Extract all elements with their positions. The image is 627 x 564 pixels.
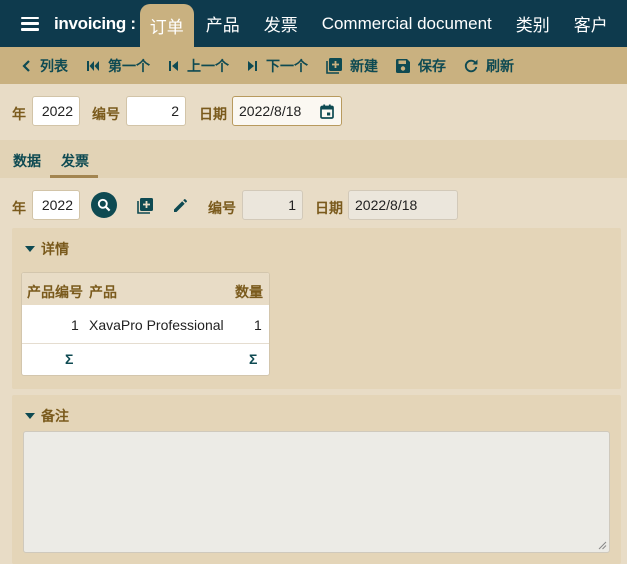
menu-icon[interactable] <box>21 16 39 31</box>
calendar-icon[interactable] <box>320 104 334 119</box>
previous-button[interactable]: 上一个 <box>168 56 229 76</box>
first-button[interactable]: 第一个 <box>86 56 150 76</box>
date-field[interactable]: 2022/8/18 <box>232 96 342 126</box>
number-field[interactable]: 2 <box>126 96 186 126</box>
invoice-date-field: 2022/8/18 <box>348 190 458 220</box>
date-field-value: 2022/8/18 <box>239 103 302 119</box>
details-section-title: 详情 <box>41 241 69 257</box>
cell-product-number[interactable]: 1 <box>71 317 79 333</box>
new-button[interactable]: 新建 <box>326 56 378 76</box>
cell-product[interactable]: XavaPro Professional <box>89 317 224 333</box>
refresh-button-label: 刷新 <box>486 57 514 74</box>
next-button-label: 下一个 <box>266 57 308 74</box>
details-table: 产品编号 产品 数量 1 XavaPro Professional 1 Σ Σ <box>21 272 270 376</box>
refresh-button[interactable]: 刷新 <box>464 56 514 76</box>
skip-first-icon <box>87 60 99 71</box>
list-button-label: 列表 <box>40 57 68 74</box>
collapse-icon <box>25 246 35 252</box>
refresh-icon <box>464 59 478 72</box>
invoice-number-label: 编号 <box>208 200 236 216</box>
skip-next-icon <box>248 60 257 71</box>
column-header-quantity[interactable]: 数量 <box>235 282 263 302</box>
collapse-icon <box>25 413 35 419</box>
column-header-product[interactable]: 产品 <box>89 282 117 302</box>
tab-invoice[interactable]: 发票 <box>61 151 89 171</box>
tab-bar <box>0 140 627 178</box>
notes-textarea[interactable] <box>23 431 610 553</box>
search-icon <box>97 198 111 212</box>
action-toolbar: 列表 第一个 上一个 下一个 新建 保存 刷新 <box>0 47 627 84</box>
nav-tab-products[interactable]: 产品 <box>194 0 252 47</box>
sum-product-number-icon[interactable]: Σ <box>65 351 73 367</box>
invoice-year-label: 年 <box>12 200 26 216</box>
invoice-number-field: 1 <box>242 190 303 220</box>
save-icon <box>396 58 410 73</box>
first-button-label: 第一个 <box>108 57 150 74</box>
top-navigation-bar: invoicing : 订单 产品 发票 Commercial document… <box>0 0 627 47</box>
cell-quantity[interactable]: 1 <box>254 317 262 333</box>
invoice-date-label: 日期 <box>315 200 343 216</box>
skip-previous-icon <box>169 60 178 71</box>
next-button[interactable]: 下一个 <box>247 56 308 76</box>
nav-tab-orders[interactable]: 订单 <box>139 4 194 47</box>
nav-tab-categories[interactable]: 类别 <box>504 0 562 47</box>
save-button[interactable]: 保存 <box>396 56 446 76</box>
notes-section-header[interactable]: 备注 <box>24 406 69 426</box>
previous-button-label: 上一个 <box>187 57 229 74</box>
year-field[interactable]: 2022 <box>32 96 80 126</box>
search-button[interactable] <box>91 192 117 218</box>
nav-tab-invoices[interactable]: 发票 <box>252 0 310 47</box>
edit-icon[interactable] <box>173 199 187 213</box>
sum-quantity-icon[interactable]: Σ <box>249 351 257 367</box>
notes-section-title: 备注 <box>41 408 69 424</box>
year-label: 年 <box>12 106 26 122</box>
add-box-icon <box>326 57 342 74</box>
create-new-icon[interactable] <box>137 198 153 214</box>
save-button-label: 保存 <box>418 57 446 74</box>
number-label: 编号 <box>92 106 120 122</box>
active-tab-indicator <box>50 175 98 178</box>
nav-tab-commercial-document[interactable]: Commercial document <box>310 0 504 47</box>
details-section-header[interactable]: 详情 <box>24 239 69 259</box>
chevron-left-icon <box>22 59 30 72</box>
tab-data[interactable]: 数据 <box>13 151 41 171</box>
nav-tab-customers[interactable]: 客户 <box>562 0 620 47</box>
column-header-product-number[interactable]: 产品编号 <box>27 282 83 302</box>
date-label: 日期 <box>199 106 227 122</box>
resize-handle-icon[interactable] <box>598 541 607 550</box>
app-title: invoicing : <box>54 13 136 33</box>
invoice-year-field[interactable]: 2022 <box>32 190 80 220</box>
new-button-label: 新建 <box>350 57 378 74</box>
list-button[interactable]: 列表 <box>22 56 68 76</box>
row-divider <box>22 343 269 344</box>
